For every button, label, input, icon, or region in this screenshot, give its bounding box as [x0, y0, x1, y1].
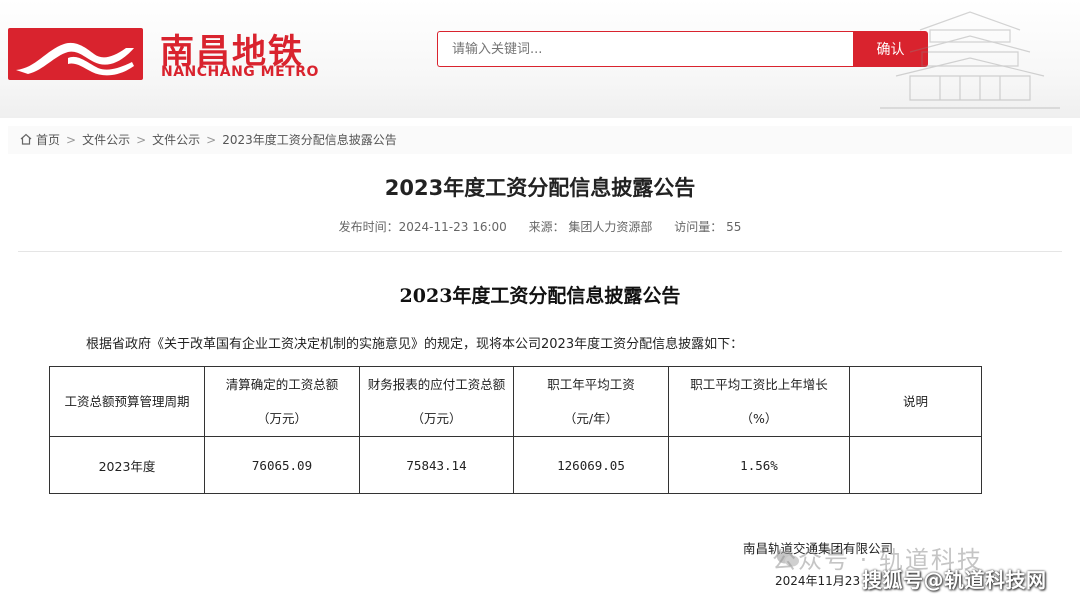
document-title: 2023年度工资分配信息披露公告 — [399, 285, 681, 307]
header-avg-wage: 职工年平均工资 （元/年） — [513, 366, 669, 437]
publish-time: 发布时间：2024-11-23 16:00 — [338, 220, 507, 234]
table-row: 2023年度 76065.09 75843.14 126069.05 1.56% — [49, 436, 982, 494]
site-header: 南昌地铁 NANCHANG METRO 确认 — [0, 0, 1080, 118]
header-settled-total: 清算确定的工资总额 （万元） — [204, 366, 360, 437]
header-budget-cycle: 工资总额预算管理周期 — [49, 366, 205, 437]
cell-period: 2023年度 — [49, 436, 205, 494]
breadcrumb: 首页 > 文件公示 > 文件公示 >2023年度工资分配信息披露公告 — [8, 126, 1072, 154]
header-payable-total: 财务报表的应付工资总额 （万元） — [359, 366, 514, 437]
brand-name-en: NANCHANG METRO — [161, 64, 319, 80]
wage-disclosure-table: 工资总额预算管理周期 清算确定的工资总额 （万元） 财务报表的应付工资总额 （万元）… — [49, 366, 982, 494]
page-title: 2023年度工资分配信息披露公告 — [384, 176, 696, 200]
breadcrumb-home-link[interactable]: 首页 — [36, 133, 60, 147]
breadcrumb-separator: > — [206, 133, 217, 147]
breadcrumb-item-file-notice-sub[interactable]: 文件公示 — [152, 133, 200, 147]
title-divider — [18, 251, 1062, 252]
breadcrumb-separator: > — [66, 133, 77, 147]
home-icon — [20, 133, 32, 145]
cell-avg-wage: 126069.05 — [513, 436, 669, 494]
breadcrumb-item-file-notice[interactable]: 文件公示 — [82, 133, 130, 147]
breadcrumb-separator: > — [136, 133, 147, 147]
article-source: 来源： 集团人力资源部 — [528, 220, 653, 234]
article-meta: 发布时间：2024-11-23 16:00 来源： 集团人力资源部 访问量： 5… — [0, 218, 1080, 235]
metro-logo-icon[interactable] — [8, 28, 143, 80]
watermark-sohu: 搜狐号@轨道科技网 — [862, 568, 1047, 592]
pavilion-illustration-icon — [880, 11, 1060, 109]
cell-notes — [849, 436, 982, 494]
header-notes: 说明 — [849, 366, 982, 437]
intro-paragraph: 根据省政府《关于改革国有企业工资决定机制的实施意见》的规定，现将本公司2023年… — [86, 337, 744, 352]
header-growth-rate: 职工平均工资比上年增长 （%） — [668, 366, 850, 437]
cell-payable-total: 75843.14 — [359, 436, 514, 494]
search-input[interactable] — [437, 31, 855, 67]
breadcrumb-item-current: 2023年度工资分配信息披露公告 — [222, 133, 397, 147]
cell-settled-total: 76065.09 — [204, 436, 360, 494]
table-header-row: 工资总额预算管理周期 清算确定的工资总额 （万元） 财务报表的应付工资总额 （万元）… — [49, 366, 982, 437]
view-count: 访问量： 55 — [674, 220, 742, 234]
signature-date: 2024年11月23 — [775, 574, 861, 588]
cell-growth-rate: 1.56% — [668, 436, 850, 494]
